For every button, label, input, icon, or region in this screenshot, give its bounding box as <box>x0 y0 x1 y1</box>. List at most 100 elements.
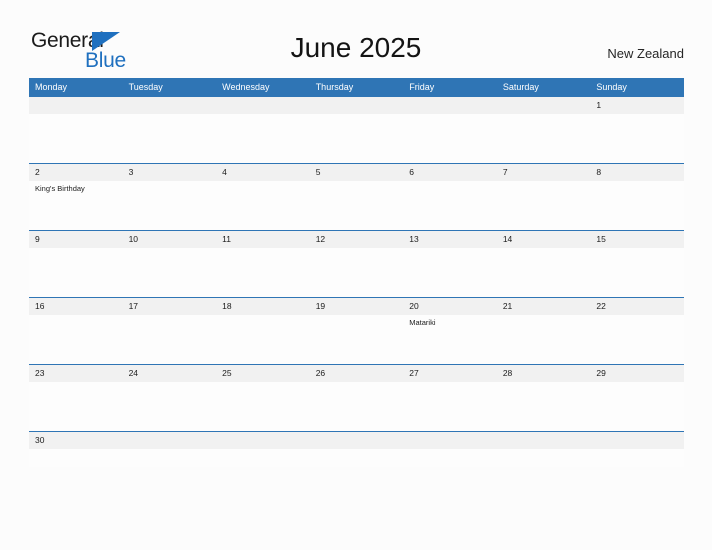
day-cell <box>310 181 404 230</box>
day-number-1[interactable]: 1 <box>590 97 684 114</box>
day-number-11[interactable]: 11 <box>216 231 310 248</box>
calendar-week-row: 23 24 25 26 27 28 29 <box>29 364 684 431</box>
day-number-12[interactable]: 12 <box>310 231 404 248</box>
day-cell <box>590 449 684 467</box>
day-cell <box>497 449 591 467</box>
day-number-25[interactable]: 25 <box>216 365 310 382</box>
day-cell <box>403 114 497 163</box>
day-number-26[interactable]: 26 <box>310 365 404 382</box>
day-cell <box>29 248 123 297</box>
day-number-16[interactable]: 16 <box>29 298 123 315</box>
day-cell <box>216 315 310 364</box>
day-number-4[interactable]: 4 <box>216 164 310 181</box>
day-number-empty <box>29 97 123 114</box>
day-cell <box>497 382 591 431</box>
page-header: General Blue June 2025 New Zealand <box>0 0 712 78</box>
calendar-grid: Monday Tuesday Wednesday Thursday Friday Satu… <box>29 78 684 467</box>
day-number-28[interactable]: 28 <box>497 365 591 382</box>
day-cell <box>123 181 217 230</box>
day-cell <box>497 114 591 163</box>
calendar-week-row: 2 3 4 5 6 7 8 King's Birthday <box>29 163 684 230</box>
day-cell <box>590 248 684 297</box>
week-date-number-band: 30 <box>29 432 684 449</box>
day-cell <box>29 449 123 467</box>
region-label: New Zealand <box>607 46 684 61</box>
day-cell <box>216 248 310 297</box>
day-number-10[interactable]: 10 <box>123 231 217 248</box>
day-number-empty <box>123 97 217 114</box>
day-cell: King's Birthday <box>29 181 123 230</box>
day-number-20[interactable]: 20 <box>403 298 497 315</box>
day-number-empty <box>403 432 497 449</box>
day-number-7[interactable]: 7 <box>497 164 591 181</box>
day-number-14[interactable]: 14 <box>497 231 591 248</box>
weekday-header-friday: Friday <box>409 82 435 92</box>
weekday-header-sunday: Sunday <box>596 82 627 92</box>
calendar-week-row: 1 <box>29 97 684 163</box>
day-number-8[interactable]: 8 <box>590 164 684 181</box>
weekday-header-saturday: Saturday <box>502 82 539 92</box>
week-event-band <box>29 382 684 431</box>
day-number-29[interactable]: 29 <box>590 365 684 382</box>
day-cell <box>29 315 123 364</box>
week-date-number-band: 23 24 25 26 27 28 29 <box>29 365 684 382</box>
page-title: June 2025 <box>290 32 422 63</box>
calendar-event: Matariki <box>409 318 436 327</box>
calendar-week-row: 9 10 11 12 13 14 15 <box>29 230 684 297</box>
calendar-week-row: 16 17 18 19 20 21 22 Matariki <box>29 297 684 364</box>
day-cell <box>216 449 310 467</box>
week-event-band <box>29 248 684 297</box>
day-number-30[interactable]: 30 <box>29 432 123 449</box>
day-cell <box>590 181 684 230</box>
calendar-week-row: 30 <box>29 431 684 467</box>
day-number-22[interactable]: 22 <box>590 298 684 315</box>
week-date-number-band: 2345678 <box>29 164 684 181</box>
week-date-number-band: 16 17 18 19 20 21 22 <box>29 298 684 315</box>
day-cell <box>403 181 497 230</box>
day-number-empty <box>310 432 404 449</box>
day-cell <box>123 248 217 297</box>
day-number-3[interactable]: 3 <box>123 164 217 181</box>
day-number-27[interactable]: 27 <box>403 365 497 382</box>
day-cell: Matariki <box>403 315 497 364</box>
day-cell <box>590 382 684 431</box>
day-cell <box>29 114 123 163</box>
day-number-19[interactable]: 19 <box>310 298 404 315</box>
day-number-6[interactable]: 6 <box>403 164 497 181</box>
calendar-event: King's Birthday <box>35 184 85 193</box>
day-cell <box>497 248 591 297</box>
day-number-21[interactable]: 21 <box>497 298 591 315</box>
day-number-5[interactable]: 5 <box>310 164 404 181</box>
day-number-empty <box>216 432 310 449</box>
calendar-weeks: 1 2 3 4 5 6 7 8 King's Birthday 9 10 11 12 13 14 15 16 17… <box>29 97 684 467</box>
day-number-empty <box>310 97 404 114</box>
week-event-band: Matariki <box>29 315 684 364</box>
day-cell <box>310 449 404 467</box>
day-number-17[interactable]: 17 <box>123 298 217 315</box>
day-number-23[interactable]: 23 <box>29 365 123 382</box>
day-cell <box>403 449 497 467</box>
week-event-band <box>29 449 684 467</box>
weekday-header-monday: Monday <box>35 82 68 92</box>
day-number-9[interactable]: 9 <box>29 231 123 248</box>
week-event-band <box>29 114 684 163</box>
day-cell <box>310 114 404 163</box>
day-cell <box>310 248 404 297</box>
day-cell <box>216 382 310 431</box>
day-number-2[interactable]: 2 <box>29 164 123 181</box>
weekday-header-wednesday: Wednesday <box>222 82 270 92</box>
day-cell <box>403 382 497 431</box>
day-cell <box>123 114 217 163</box>
day-cell <box>123 449 217 467</box>
weekday-header-row: Monday Tuesday Wednesday Thursday Friday Satu… <box>29 78 684 97</box>
day-number-15[interactable]: 15 <box>590 231 684 248</box>
day-number-empty <box>403 97 497 114</box>
week-date-number-band: 9 10 11 12 13 14 15 <box>29 231 684 248</box>
day-cell <box>29 382 123 431</box>
day-cell <box>590 315 684 364</box>
day-cell <box>216 114 310 163</box>
day-number-13[interactable]: 13 <box>403 231 497 248</box>
day-number-empty <box>497 97 591 114</box>
day-number-18[interactable]: 18 <box>216 298 310 315</box>
day-number-24[interactable]: 24 <box>123 365 217 382</box>
